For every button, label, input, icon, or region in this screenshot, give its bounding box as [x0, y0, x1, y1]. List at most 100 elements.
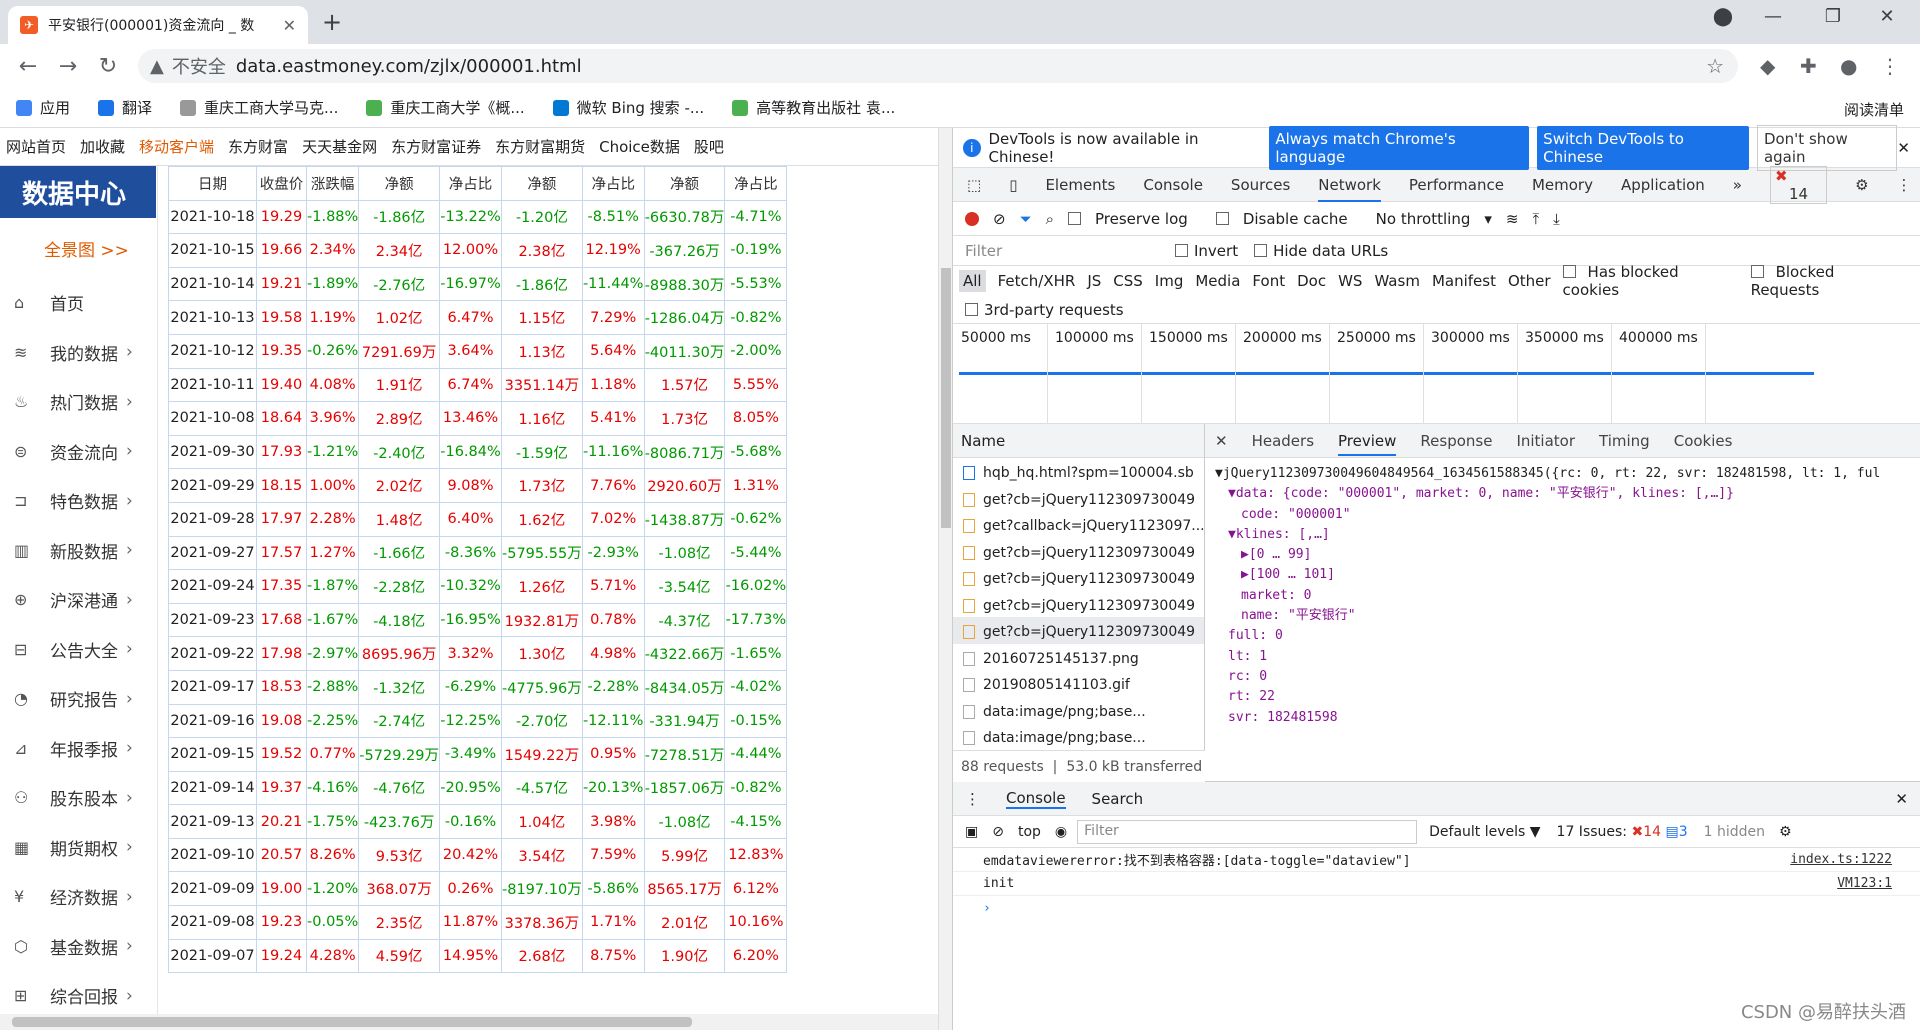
invert-checkbox[interactable]: Invert [1175, 242, 1238, 260]
sidebar-item[interactable]: ⊕ 沪深港通 › [0, 575, 157, 625]
tab-console[interactable]: Console [1143, 176, 1203, 194]
detail-tab-initiator[interactable]: Initiator [1516, 432, 1575, 450]
horizontal-scrollbar[interactable] [0, 1014, 938, 1030]
tab-console-drawer[interactable]: Console [1006, 789, 1066, 809]
nav-link[interactable]: 天天基金网 [302, 136, 377, 157]
column-header[interactable]: 净额 [358, 166, 440, 201]
preview-line[interactable]: code: "000001" [1215, 505, 1920, 525]
type-filter-manifest[interactable]: Manifest [1432, 272, 1496, 290]
request-row[interactable]: data:image/png;base... [953, 697, 1204, 724]
nav-link[interactable]: 网站首页 [6, 136, 66, 157]
preview-line[interactable]: market: 0 [1215, 586, 1920, 606]
request-row[interactable]: get?cb=jQuery112309730049 [953, 564, 1204, 591]
type-filter-css[interactable]: CSS [1113, 272, 1143, 290]
sidebar-item[interactable]: ⌂ 首页 [0, 278, 157, 328]
browser-tab[interactable]: ✈ 平安银行(000001)资金流向 _ 数 ✕ [8, 6, 308, 44]
site-logo[interactable]: 数据中心 [0, 166, 156, 218]
column-header[interactable]: 涨跌幅 [305, 166, 360, 201]
panorama-link[interactable]: 全景图 >> [0, 218, 157, 278]
minimize-icon[interactable]: — [1750, 6, 1796, 27]
nav-link[interactable]: Choice数据 [599, 136, 680, 157]
preview-line[interactable]: svr: 182481598 [1215, 708, 1920, 728]
clear-console-icon[interactable]: ⊘ [992, 824, 1004, 840]
clear-icon[interactable]: ⊘ [993, 210, 1006, 228]
preview-line[interactable]: full: 0 [1215, 626, 1920, 646]
preserve-log-checkbox[interactable]: Preserve log [1068, 210, 1202, 228]
reload-icon[interactable]: ↻ [88, 54, 128, 79]
drawer-menu-icon[interactable]: ⋮ [965, 790, 980, 808]
sidebar-item[interactable]: ▦ 期货期权 › [0, 823, 157, 873]
tab-search[interactable]: Search [1092, 790, 1144, 808]
close-window-icon[interactable]: ✕ [1864, 6, 1910, 27]
blocked-cookies-checkbox[interactable]: Has blocked cookies [1562, 263, 1739, 299]
sidebar-item[interactable]: ⚇ 股东股本 › [0, 773, 157, 823]
puzzle-icon[interactable]: ✚ [1800, 54, 1817, 78]
type-filter-img[interactable]: Img [1155, 272, 1184, 290]
sidebar-item[interactable]: ⊐ 特色数据 › [0, 476, 157, 526]
nav-link[interactable]: 东方财富期货 [495, 136, 585, 157]
profile-menu-icon[interactable]: ⬤ [1700, 6, 1746, 27]
preview-line[interactable]: lt: 1 [1215, 647, 1920, 667]
detail-tab-cookies[interactable]: Cookies [1674, 432, 1733, 450]
extension-icon[interactable]: ◆ [1760, 54, 1775, 78]
sidebar-item[interactable]: ♨ 热门数据 › [0, 377, 157, 427]
sidebar-item[interactable]: ≋ 我的数据 › [0, 328, 157, 378]
dont-show-button[interactable]: Don't show again [1756, 124, 1898, 171]
type-filter-font[interactable]: Font [1252, 272, 1285, 290]
tab-elements[interactable]: Elements [1045, 176, 1115, 194]
nav-link[interactable]: 股吧 [694, 136, 724, 157]
type-filter-all[interactable]: All [959, 270, 986, 292]
throttling-select[interactable]: No throttling [1376, 210, 1471, 228]
tab-network[interactable]: Network [1318, 176, 1381, 202]
nav-link[interactable]: 加收藏 [80, 136, 125, 157]
network-timeline[interactable]: 50000 ms 100000 ms 150000 ms 200000 ms 25000… [953, 324, 1920, 424]
preview-line[interactable]: rt: 22 [1215, 687, 1920, 707]
close-infobar-icon[interactable]: ✕ [1897, 139, 1910, 157]
column-header[interactable]: 净占比 [439, 166, 502, 201]
request-row[interactable]: get?cb=jQuery112309730049 [953, 617, 1204, 644]
sidebar-toggle-icon[interactable]: ▣ [965, 824, 978, 840]
tab-application[interactable]: Application [1621, 176, 1705, 194]
new-tab-icon[interactable]: + [322, 8, 342, 36]
source-link[interactable]: index.ts:1222 [1790, 852, 1892, 867]
menu-icon[interactable]: ⋮ [1880, 54, 1900, 78]
log-levels-select[interactable]: Default levels ▼ [1429, 824, 1540, 840]
tab-performance[interactable]: Performance [1409, 176, 1504, 194]
type-filter-wasm[interactable]: Wasm [1374, 272, 1420, 290]
reading-list[interactable]: 阅读清单 [1844, 99, 1904, 120]
context-select[interactable]: top [1018, 824, 1041, 840]
maximize-icon[interactable]: ❐ [1810, 6, 1856, 27]
record-icon[interactable] [965, 211, 979, 226]
filter-input[interactable]: Filter [965, 242, 1175, 260]
detail-tab-response[interactable]: Response [1420, 432, 1492, 450]
bookmark-item[interactable]: 高等教育出版社 袁... [732, 97, 895, 118]
bookmark-item[interactable]: 重庆工商大学马克... [180, 97, 338, 118]
request-row[interactable]: get?cb=jQuery112309730049 [953, 485, 1204, 512]
close-drawer-icon[interactable]: ✕ [1895, 790, 1908, 808]
preview-tree[interactable]: ▼jQuery112309730049604849564_16345615883… [1205, 458, 1920, 728]
close-detail-icon[interactable]: ✕ [1215, 432, 1228, 450]
address-bar[interactable]: ▲ 不安全 data.eastmoney.com/zjlx/000001.htm… [138, 49, 1738, 83]
sidebar-item[interactable]: ⊜ 资金流向 › [0, 427, 157, 477]
request-row[interactable]: 20190805141103.gif [953, 670, 1204, 697]
avatar-icon[interactable]: ● [1840, 54, 1857, 78]
type-filter-fetch-xhr[interactable]: Fetch/XHR [998, 272, 1076, 290]
sidebar-item[interactable]: ⊿ 年报季报 › [0, 724, 157, 774]
nav-link[interactable]: 移动客户端 [139, 136, 214, 157]
column-header[interactable]: 净额 [501, 166, 583, 201]
sidebar-item[interactable]: ⬡ 基金数据 › [0, 922, 157, 972]
download-icon[interactable]: ⤓ [1553, 210, 1560, 228]
bookmark-translate[interactable]: 翻译 [98, 97, 152, 118]
name-column-header[interactable]: Name [953, 424, 1204, 458]
blocked-requests-checkbox[interactable]: Blocked Requests [1750, 263, 1908, 299]
disable-cache-checkbox[interactable]: Disable cache [1215, 210, 1362, 228]
more-tabs-icon[interactable]: » [1733, 176, 1742, 194]
bookmark-apps[interactable]: 应用 [16, 97, 70, 118]
back-icon[interactable]: ← [8, 54, 48, 79]
preview-line[interactable]: ▶[100 … 101] [1215, 565, 1920, 585]
request-row[interactable]: data:image/png;base... [953, 723, 1204, 750]
preview-line[interactable]: ▼jQuery112309730049604849564_16345615883… [1215, 464, 1920, 484]
preview-line[interactable]: ▼data: {code: "000001", market: 0, name:… [1215, 484, 1920, 504]
filter-icon[interactable]: ⏷ [1020, 210, 1032, 228]
wifi-icon[interactable]: ≋ [1506, 210, 1519, 228]
